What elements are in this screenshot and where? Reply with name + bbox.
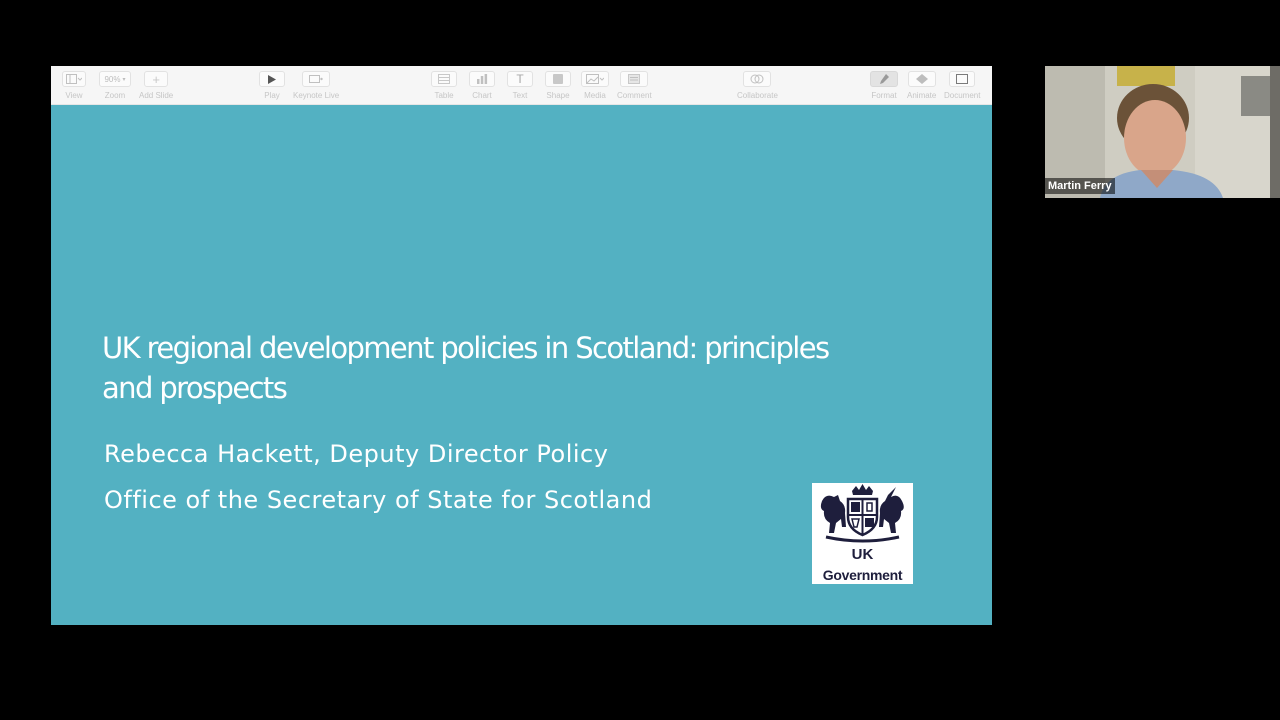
media-label: Media: [584, 91, 606, 100]
slide-title-line-2: and prospects: [102, 371, 288, 405]
format-button[interactable]: Format: [870, 71, 898, 100]
chart-button[interactable]: Chart: [469, 71, 495, 100]
document-label: Document: [944, 91, 981, 100]
uk-government-logo: UK Government: [812, 483, 913, 584]
shape-button[interactable]: Shape: [545, 71, 571, 100]
slide-presenter: Rebecca Hackett, Deputy Director Policy: [104, 440, 609, 468]
image-icon: [581, 71, 609, 87]
slide-title-line-1: UK regional development policies in Scot…: [102, 331, 830, 365]
add-slide-button[interactable]: + Add Slide: [139, 71, 173, 100]
table-button[interactable]: Table: [431, 71, 457, 100]
comment-button[interactable]: Comment: [617, 71, 652, 100]
animate-icon: [907, 71, 936, 87]
keynote-live-button[interactable]: Keynote Live: [293, 71, 339, 100]
comment-label: Comment: [617, 91, 652, 100]
animate-button[interactable]: Animate: [907, 71, 936, 100]
paintbrush-icon: [870, 71, 898, 87]
play-label: Play: [264, 91, 280, 100]
slide-organisation: Office of the Secretary of State for Sco…: [104, 486, 653, 514]
logo-text-line-2: Government: [822, 567, 903, 583]
zoom-value: 90%: [104, 74, 121, 84]
document-icon: [949, 71, 976, 87]
table-label: Table: [434, 91, 454, 100]
document-button[interactable]: Document: [944, 71, 980, 100]
keynote-live-label: Keynote Live: [293, 91, 340, 100]
sidebar-icon: [62, 71, 86, 87]
media-button[interactable]: Media: [581, 71, 609, 100]
collaborate-button[interactable]: Collaborate: [737, 71, 778, 100]
collaborate-label: Collaborate: [737, 91, 778, 100]
shape-icon: [545, 71, 571, 87]
royal-coat-of-arms-icon: [820, 484, 904, 543]
shape-label: Shape: [546, 91, 570, 100]
chevron-down-icon: ▾: [122, 76, 126, 83]
text-button[interactable]: T Text: [507, 71, 533, 100]
format-label: Format: [871, 91, 897, 100]
zoom-control[interactable]: 90% ▾ Zoom: [99, 71, 131, 100]
view-button[interactable]: View: [62, 71, 86, 100]
play-button[interactable]: Play: [259, 71, 285, 100]
table-icon: [431, 71, 457, 87]
slide-title: UK regional development policies in Scot…: [102, 328, 922, 408]
participant-video-tile[interactable]: Martin Ferry: [1045, 66, 1280, 198]
text-label: Text: [512, 91, 528, 100]
keynote-window: View 90% ▾ Zoom + Add Slide Play Keynote…: [51, 66, 992, 625]
collaborate-icon: [743, 71, 772, 87]
plus-icon: +: [144, 71, 169, 87]
play-icon: [259, 71, 285, 87]
chart-label: Chart: [472, 91, 492, 100]
text-icon: T: [507, 71, 533, 87]
participant-name: Martin Ferry: [1045, 178, 1115, 194]
logo-text-line-1: UK: [851, 546, 874, 563]
keynote-toolbar: View 90% ▾ Zoom + Add Slide Play Keynote…: [51, 66, 992, 105]
animate-label: Animate: [907, 91, 937, 100]
view-label: View: [65, 91, 83, 100]
comment-icon: [620, 71, 649, 87]
broadcast-icon: [302, 71, 331, 87]
slide-canvas[interactable]: UK regional development policies in Scot…: [51, 105, 992, 625]
add-slide-label: Add Slide: [139, 91, 174, 100]
bar-chart-icon: [469, 71, 495, 87]
zoom-label: Zoom: [104, 91, 126, 100]
screen-share-stage: View 90% ▾ Zoom + Add Slide Play Keynote…: [0, 0, 1280, 720]
